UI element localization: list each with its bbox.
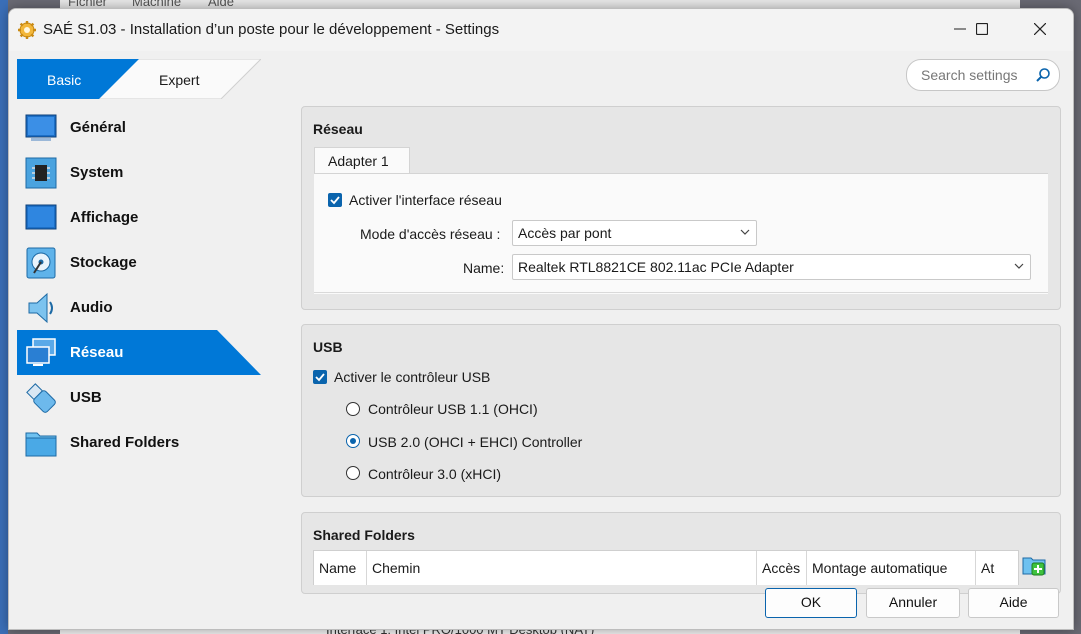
general-monitor-icon (25, 114, 57, 141)
cancel-button[interactable]: Annuler (866, 588, 960, 618)
shared-folders-section: Shared Folders Name Chemin Accès Montage… (301, 512, 1061, 594)
sidebar-item-shared-folders[interactable]: Shared Folders (17, 420, 261, 465)
sidebar-item-general[interactable]: Général (17, 105, 261, 150)
divider (314, 292, 1048, 293)
desktop-background (0, 0, 8, 634)
enable-usb-checkbox[interactable] (313, 370, 327, 384)
folder-icon (25, 432, 57, 457)
shared-folders-table: Name Chemin Accès Montage automatique At (313, 550, 1019, 585)
sidebar-item-label: Réseau (70, 344, 124, 361)
enable-usb-label[interactable]: Activer le contrôleur USB (334, 369, 490, 385)
usb-option-1-label[interactable]: Contrôleur USB 1.1 (OHCI) (368, 401, 538, 417)
sidebar-item-label: System (70, 164, 124, 181)
chip-icon (25, 157, 57, 189)
display-icon (25, 204, 57, 230)
settings-dialog: SAÉ S1.03 - Installation d’un poste pour… (8, 8, 1074, 630)
usb-icon (26, 383, 56, 413)
sidebar-item-label: Audio (70, 299, 113, 316)
maximize-button[interactable] (959, 9, 1005, 49)
enable-network-label[interactable]: Activer l'interface réseau (349, 192, 502, 208)
network-mode-value: Accès par pont (518, 225, 612, 241)
sidebar-item-network[interactable]: Réseau (17, 330, 261, 375)
help-button[interactable]: Aide (968, 588, 1059, 618)
chevron-down-icon (1014, 263, 1024, 269)
window-title: SAÉ S1.03 - Installation d’un poste pour… (43, 21, 500, 38)
title-bar[interactable]: SAÉ S1.03 - Installation d’un poste pour… (9, 9, 1073, 51)
mode-basic-tab[interactable]: Basic (47, 72, 81, 88)
network-mode-label: Mode d'accès réseau : (360, 226, 501, 242)
column-header-at[interactable]: At (976, 551, 1017, 585)
column-header-path[interactable]: Chemin (367, 551, 757, 585)
network-section-title: Réseau (313, 121, 363, 137)
column-header-access[interactable]: Accès (757, 551, 807, 585)
settings-sidebar: Général System Affichage Stockage Audio … (17, 105, 261, 465)
chevron-down-icon (740, 229, 750, 235)
sidebar-item-label: Stockage (70, 254, 137, 271)
usb-radio-1[interactable] (346, 402, 360, 416)
usb-section: USB Activer le contrôleur USB Contrôleur… (301, 324, 1061, 497)
close-icon (1034, 23, 1046, 35)
column-header-name[interactable]: Name (314, 551, 367, 585)
sidebar-item-system[interactable]: System (17, 150, 261, 195)
usb-section-title: USB (313, 339, 343, 355)
search-input[interactable] (919, 66, 1033, 84)
disk-icon (26, 247, 56, 279)
enable-network-checkbox[interactable] (328, 193, 342, 207)
gear-icon (18, 21, 36, 39)
maximize-icon (976, 23, 988, 35)
usb-radio-3[interactable] (346, 466, 360, 480)
adapter-name-select[interactable]: Realtek RTL8821CE 802.11ac PCIe Adapter (512, 254, 1031, 280)
sidebar-item-display[interactable]: Affichage (17, 195, 261, 240)
sidebar-item-audio[interactable]: Audio (17, 285, 261, 330)
add-folder-icon[interactable] (1022, 553, 1046, 577)
adapter-panel: Activer l'interface réseau Mode d'accès … (314, 173, 1048, 294)
network-icon (26, 338, 56, 366)
usb-option-2-label[interactable]: USB 2.0 (OHCI + EHCI) Controller (368, 434, 582, 450)
search-box[interactable] (906, 59, 1060, 91)
sidebar-item-usb[interactable]: USB (17, 375, 261, 420)
column-header-automount[interactable]: Montage automatique (807, 551, 976, 585)
sidebar-item-label: Shared Folders (70, 434, 180, 451)
checkmark-icon (330, 196, 340, 205)
close-button[interactable] (1017, 9, 1063, 49)
mode-switcher: Basic Expert (17, 59, 261, 99)
ok-button[interactable]: OK (765, 588, 857, 618)
usb-option-3-label[interactable]: Contrôleur 3.0 (xHCI) (368, 466, 501, 482)
sidebar-item-label: USB (70, 389, 102, 406)
network-section: Réseau Adapter 1 Activer l'interface rés… (301, 106, 1061, 310)
search-icon[interactable] (1035, 67, 1051, 83)
mode-expert-tab[interactable]: Expert (159, 72, 199, 88)
usb-radio-2[interactable] (346, 434, 360, 448)
network-mode-select[interactable]: Accès par pont (512, 220, 757, 246)
adapter-name-label: Name: (463, 260, 505, 276)
sidebar-item-label: Affichage (70, 209, 139, 226)
tab-adapter-1[interactable]: Adapter 1 (314, 147, 410, 175)
sidebar-item-label: Général (70, 119, 126, 136)
checkmark-icon (315, 373, 325, 382)
shared-folders-title: Shared Folders (313, 527, 415, 543)
tab-adapter-1-label: Adapter 1 (328, 153, 389, 169)
sidebar-item-storage[interactable]: Stockage (17, 240, 261, 285)
adapter-name-value: Realtek RTL8821CE 802.11ac PCIe Adapter (518, 259, 794, 275)
speaker-icon (28, 292, 53, 324)
